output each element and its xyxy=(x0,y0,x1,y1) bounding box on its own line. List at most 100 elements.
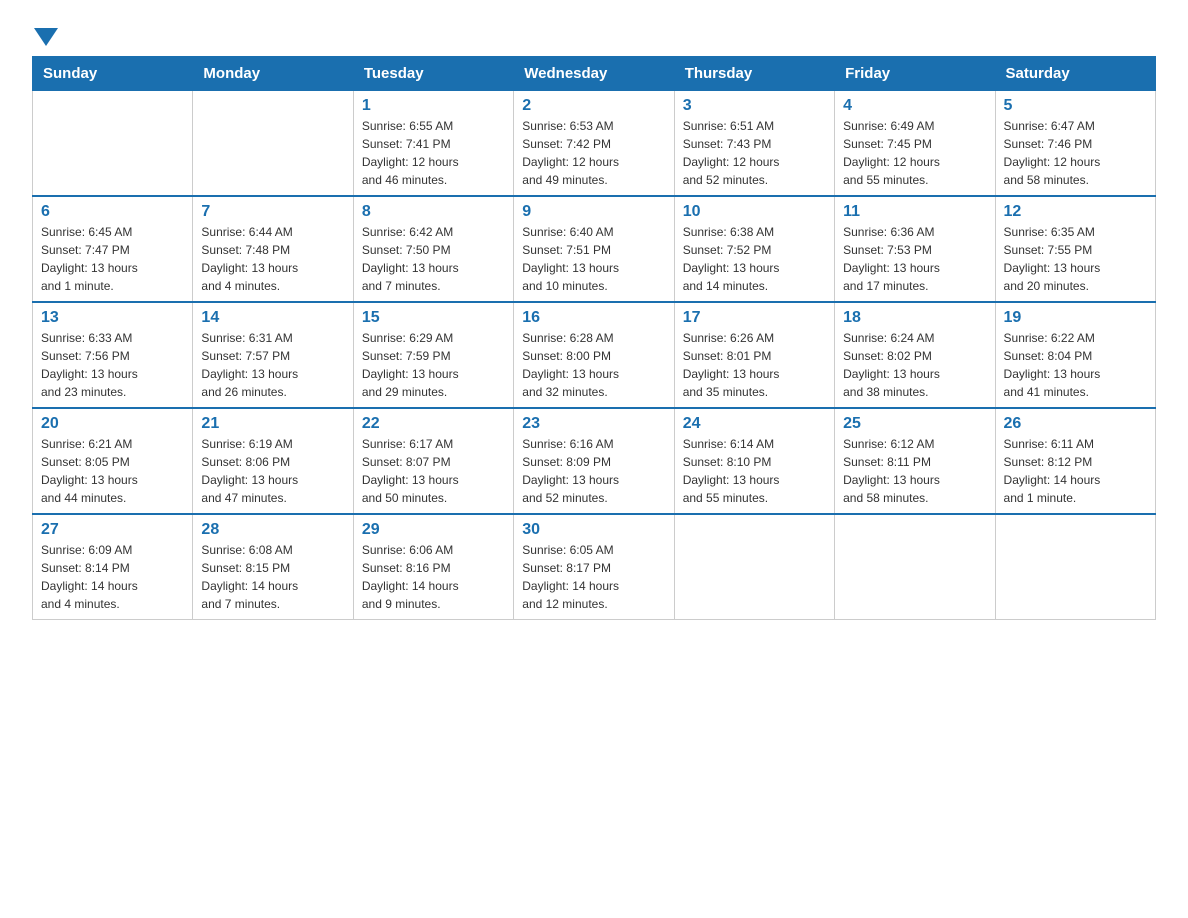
day-info: Sunrise: 6:19 AM Sunset: 8:06 PM Dayligh… xyxy=(201,435,344,507)
calendar-cell xyxy=(33,91,193,197)
calendar-cell: 9 Sunrise: 6:40 AM Sunset: 7:51 PM Daylig… xyxy=(514,196,674,302)
day-info: Sunrise: 6:38 AM Sunset: 7:52 PM Dayligh… xyxy=(683,223,826,295)
day-info: Sunrise: 6:05 AM Sunset: 8:17 PM Dayligh… xyxy=(522,541,665,613)
day-number: 19 xyxy=(1004,309,1147,327)
logo-triangle-icon xyxy=(34,28,58,46)
day-info: Sunrise: 6:53 AM Sunset: 7:42 PM Dayligh… xyxy=(522,117,665,189)
calendar-cell: 29 Sunrise: 6:06 AM Sunset: 8:16 PM Dayli… xyxy=(353,514,513,620)
calendar-cell: 19 Sunrise: 6:22 AM Sunset: 8:04 PM Dayli… xyxy=(995,302,1155,408)
day-info: Sunrise: 6:12 AM Sunset: 8:11 PM Dayligh… xyxy=(843,435,986,507)
day-info: Sunrise: 6:47 AM Sunset: 7:46 PM Dayligh… xyxy=(1004,117,1147,189)
page-header xyxy=(32,24,1156,46)
day-info: Sunrise: 6:36 AM Sunset: 7:53 PM Dayligh… xyxy=(843,223,986,295)
calendar-cell xyxy=(674,514,834,620)
day-info: Sunrise: 6:06 AM Sunset: 8:16 PM Dayligh… xyxy=(362,541,505,613)
calendar-cell: 26 Sunrise: 6:11 AM Sunset: 8:12 PM Dayli… xyxy=(995,408,1155,514)
day-number: 30 xyxy=(522,521,665,539)
day-number: 27 xyxy=(41,521,184,539)
calendar-cell: 12 Sunrise: 6:35 AM Sunset: 7:55 PM Dayli… xyxy=(995,196,1155,302)
day-number: 2 xyxy=(522,97,665,115)
calendar-week-row: 27 Sunrise: 6:09 AM Sunset: 8:14 PM Dayli… xyxy=(33,514,1156,620)
day-number: 11 xyxy=(843,203,986,221)
day-number: 22 xyxy=(362,415,505,433)
calendar-cell: 28 Sunrise: 6:08 AM Sunset: 8:15 PM Dayli… xyxy=(193,514,353,620)
day-info: Sunrise: 6:51 AM Sunset: 7:43 PM Dayligh… xyxy=(683,117,826,189)
day-info: Sunrise: 6:31 AM Sunset: 7:57 PM Dayligh… xyxy=(201,329,344,401)
day-number: 7 xyxy=(201,203,344,221)
day-info: Sunrise: 6:14 AM Sunset: 8:10 PM Dayligh… xyxy=(683,435,826,507)
day-number: 9 xyxy=(522,203,665,221)
calendar-cell: 15 Sunrise: 6:29 AM Sunset: 7:59 PM Dayli… xyxy=(353,302,513,408)
day-number: 14 xyxy=(201,309,344,327)
day-info: Sunrise: 6:21 AM Sunset: 8:05 PM Dayligh… xyxy=(41,435,184,507)
day-info: Sunrise: 6:40 AM Sunset: 7:51 PM Dayligh… xyxy=(522,223,665,295)
calendar-cell: 13Sunrise: 6:33 AM Sunset: 7:56 PM Dayli… xyxy=(33,302,193,408)
weekday-header-row: SundayMondayTuesdayWednesdayThursdayFrid… xyxy=(33,57,1156,91)
day-number: 16 xyxy=(522,309,665,327)
calendar-cell: 10 Sunrise: 6:38 AM Sunset: 7:52 PM Dayli… xyxy=(674,196,834,302)
calendar-week-row: 13Sunrise: 6:33 AM Sunset: 7:56 PM Dayli… xyxy=(33,302,1156,408)
calendar-cell: 1Sunrise: 6:55 AM Sunset: 7:41 PM Daylig… xyxy=(353,91,513,197)
calendar-cell: 18Sunrise: 6:24 AM Sunset: 8:02 PM Dayli… xyxy=(835,302,995,408)
day-number: 10 xyxy=(683,203,826,221)
day-info: Sunrise: 6:08 AM Sunset: 8:15 PM Dayligh… xyxy=(201,541,344,613)
day-number: 4 xyxy=(843,97,986,115)
calendar-cell xyxy=(835,514,995,620)
day-number: 23 xyxy=(522,415,665,433)
calendar-cell: 17 Sunrise: 6:26 AM Sunset: 8:01 PM Dayli… xyxy=(674,302,834,408)
calendar-week-row: 20 Sunrise: 6:21 AM Sunset: 8:05 PM Dayli… xyxy=(33,408,1156,514)
day-number: 6 xyxy=(41,203,184,221)
day-number: 28 xyxy=(201,521,344,539)
day-number: 12 xyxy=(1004,203,1147,221)
calendar-cell: 11 Sunrise: 6:36 AM Sunset: 7:53 PM Dayli… xyxy=(835,196,995,302)
calendar-cell: 20 Sunrise: 6:21 AM Sunset: 8:05 PM Dayli… xyxy=(33,408,193,514)
day-info: Sunrise: 6:26 AM Sunset: 8:01 PM Dayligh… xyxy=(683,329,826,401)
day-info: Sunrise: 6:16 AM Sunset: 8:09 PM Dayligh… xyxy=(522,435,665,507)
calendar-cell: 4Sunrise: 6:49 AM Sunset: 7:45 PM Daylig… xyxy=(835,91,995,197)
day-info: Sunrise: 6:24 AM Sunset: 8:02 PM Dayligh… xyxy=(843,329,986,401)
day-info: Sunrise: 6:44 AM Sunset: 7:48 PM Dayligh… xyxy=(201,223,344,295)
day-info: Sunrise: 6:17 AM Sunset: 8:07 PM Dayligh… xyxy=(362,435,505,507)
calendar-cell: 14 Sunrise: 6:31 AM Sunset: 7:57 PM Dayli… xyxy=(193,302,353,408)
day-info: Sunrise: 6:35 AM Sunset: 7:55 PM Dayligh… xyxy=(1004,223,1147,295)
day-info: Sunrise: 6:11 AM Sunset: 8:12 PM Dayligh… xyxy=(1004,435,1147,507)
calendar-cell: 24 Sunrise: 6:14 AM Sunset: 8:10 PM Dayli… xyxy=(674,408,834,514)
calendar-cell: 5 Sunrise: 6:47 AM Sunset: 7:46 PM Daylig… xyxy=(995,91,1155,197)
day-number: 3 xyxy=(683,97,826,115)
day-number: 17 xyxy=(683,309,826,327)
weekday-header-tuesday: Tuesday xyxy=(353,57,513,91)
calendar-cell: 8 Sunrise: 6:42 AM Sunset: 7:50 PM Daylig… xyxy=(353,196,513,302)
calendar-week-row: 6 Sunrise: 6:45 AM Sunset: 7:47 PM Daylig… xyxy=(33,196,1156,302)
day-info: Sunrise: 6:45 AM Sunset: 7:47 PM Dayligh… xyxy=(41,223,184,295)
weekday-header-saturday: Saturday xyxy=(995,57,1155,91)
day-number: 1 xyxy=(362,97,505,115)
day-number: 25 xyxy=(843,415,986,433)
day-number: 15 xyxy=(362,309,505,327)
day-number: 5 xyxy=(1004,97,1147,115)
day-info: Sunrise: 6:22 AM Sunset: 8:04 PM Dayligh… xyxy=(1004,329,1147,401)
weekday-header-sunday: Sunday xyxy=(33,57,193,91)
calendar-cell: 16Sunrise: 6:28 AM Sunset: 8:00 PM Dayli… xyxy=(514,302,674,408)
calendar-cell: 7 Sunrise: 6:44 AM Sunset: 7:48 PM Daylig… xyxy=(193,196,353,302)
weekday-header-monday: Monday xyxy=(193,57,353,91)
day-number: 13 xyxy=(41,309,184,327)
weekday-header-wednesday: Wednesday xyxy=(514,57,674,91)
weekday-header-friday: Friday xyxy=(835,57,995,91)
weekday-header-thursday: Thursday xyxy=(674,57,834,91)
day-info: Sunrise: 6:42 AM Sunset: 7:50 PM Dayligh… xyxy=(362,223,505,295)
calendar-week-row: 1Sunrise: 6:55 AM Sunset: 7:41 PM Daylig… xyxy=(33,91,1156,197)
day-number: 26 xyxy=(1004,415,1147,433)
calendar-table: SundayMondayTuesdayWednesdayThursdayFrid… xyxy=(32,56,1156,620)
day-number: 29 xyxy=(362,521,505,539)
calendar-cell: 2 Sunrise: 6:53 AM Sunset: 7:42 PM Daylig… xyxy=(514,91,674,197)
calendar-cell: 30 Sunrise: 6:05 AM Sunset: 8:17 PM Dayli… xyxy=(514,514,674,620)
day-number: 20 xyxy=(41,415,184,433)
calendar-cell: 21Sunrise: 6:19 AM Sunset: 8:06 PM Dayli… xyxy=(193,408,353,514)
calendar-cell: 23 Sunrise: 6:16 AM Sunset: 8:09 PM Dayli… xyxy=(514,408,674,514)
calendar-cell: 25 Sunrise: 6:12 AM Sunset: 8:11 PM Dayli… xyxy=(835,408,995,514)
day-info: Sunrise: 6:29 AM Sunset: 7:59 PM Dayligh… xyxy=(362,329,505,401)
day-number: 24 xyxy=(683,415,826,433)
calendar-cell: 3 Sunrise: 6:51 AM Sunset: 7:43 PM Daylig… xyxy=(674,91,834,197)
day-info: Sunrise: 6:09 AM Sunset: 8:14 PM Dayligh… xyxy=(41,541,184,613)
day-number: 8 xyxy=(362,203,505,221)
